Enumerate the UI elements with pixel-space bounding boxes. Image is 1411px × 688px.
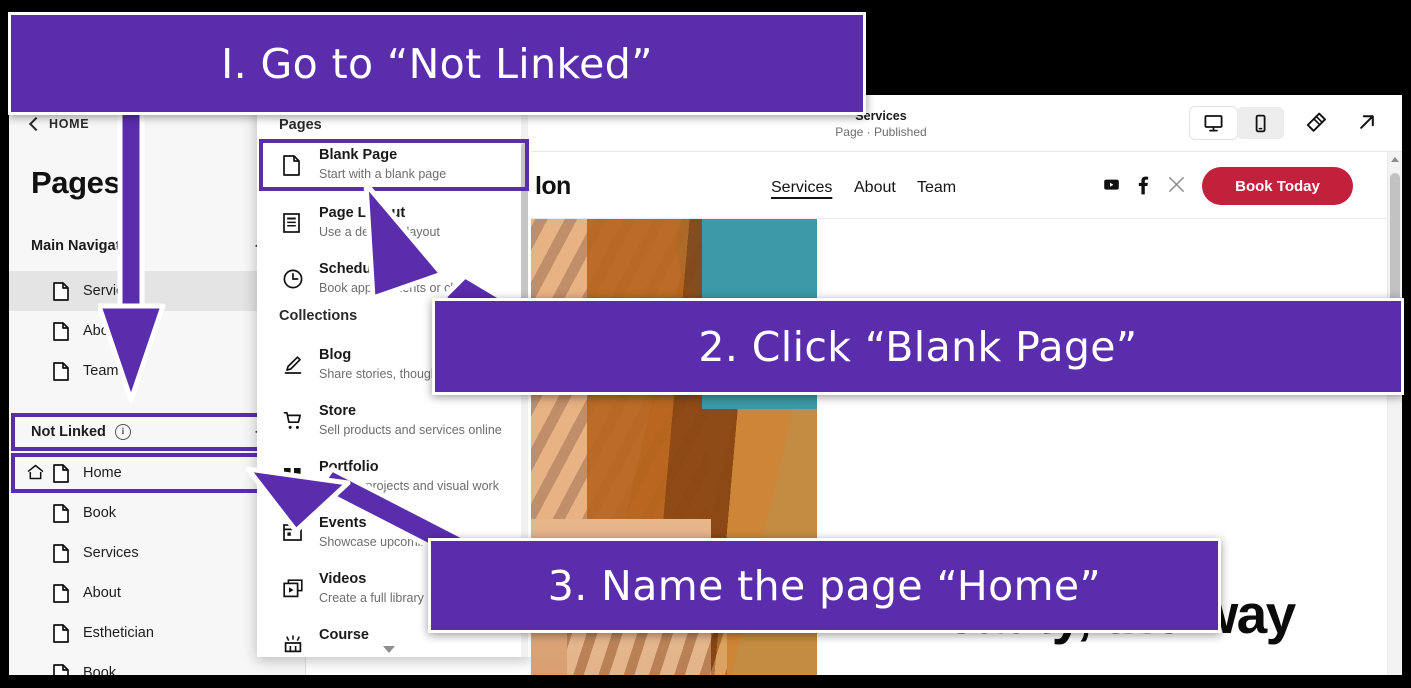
cart-icon <box>283 411 303 436</box>
blog-icon <box>283 355 303 380</box>
menu-item-store[interactable]: Store Sell products and services online <box>257 397 532 449</box>
portfolio-icon <box>283 467 302 491</box>
page-icon <box>53 543 69 563</box>
menu-item-subtitle: Sell products and services online <box>319 423 502 437</box>
menu-item-subtitle: Present projects and visual work <box>319 479 499 493</box>
videos-icon <box>283 579 303 603</box>
events-icon <box>283 523 302 547</box>
callout-step-1-text: I. Go to “Not Linked” <box>221 39 653 88</box>
course-icon <box>283 635 303 657</box>
desktop-icon <box>1204 114 1223 131</box>
highlight-not-linked <box>11 413 265 451</box>
highlight-home-row <box>11 453 265 493</box>
page-icon <box>53 321 69 341</box>
back-to-home-button[interactable]: HOME <box>28 116 90 131</box>
screenshot-root: HOME Pages Main Navigation + Services Ab… <box>0 0 1411 688</box>
page-layout-icon <box>283 213 300 238</box>
sidebar-item-label: Book <box>83 505 117 521</box>
page-icon <box>53 663 69 675</box>
menu-item-title: Scheduling <box>319 261 398 277</box>
preview-page-status: Page · Published <box>835 125 927 139</box>
menu-group-collections: Collections <box>279 308 358 324</box>
menu-item-title: Store <box>319 403 357 419</box>
desktop-view-button[interactable] <box>1190 107 1237 139</box>
menu-item-portfolio[interactable]: Portfolio Present projects and visual wo… <box>257 453 532 505</box>
site-nav-team[interactable]: Team <box>917 179 956 197</box>
sidebar-item-label: Book <box>83 665 117 675</box>
page-icon <box>53 503 69 523</box>
section-label: Main Navigation <box>31 238 143 254</box>
callout-step-2-text: 2. Click “Blank Page” <box>698 322 1138 371</box>
menu-item-title: Course <box>319 627 369 643</box>
open-external-icon[interactable] <box>1356 111 1378 138</box>
menu-item-title: Videos <box>319 571 367 587</box>
menu-item-title: Events <box>319 515 367 531</box>
site-nav-about[interactable]: About <box>854 179 896 197</box>
back-to-home-label: HOME <box>49 117 90 131</box>
sidebar-item-label: Services <box>83 283 139 299</box>
menu-item-title: Page Layout <box>319 205 406 221</box>
mobile-view-button[interactable] <box>1237 107 1284 139</box>
sidebar-item-label: Team <box>83 363 119 379</box>
device-view-toggle[interactable] <box>1190 107 1284 139</box>
menu-item-title: Portfolio <box>319 459 379 475</box>
menu-item-subtitle: Book appointments or classes <box>319 281 486 295</box>
site-navigation-bar: lon Services About Team Book Today <box>531 152 1388 219</box>
menu-item-title: Blog <box>319 347 352 363</box>
menu-group-pages: Pages <box>279 117 322 133</box>
sidebar-item-label: Services <box>83 545 139 561</box>
menu-item-subtitle: Use a designer layout <box>319 225 440 239</box>
preview-scrollbar-thumb[interactable] <box>1390 173 1400 311</box>
page-icon <box>53 623 69 643</box>
sidebar-item-label: Esthetician <box>83 625 154 641</box>
sidebar-item-label: About <box>83 323 121 339</box>
clock-icon <box>283 269 303 294</box>
site-nav-services[interactable]: Services <box>771 179 832 197</box>
x-icon[interactable] <box>1168 176 1185 198</box>
callout-step-3: 3. Name the page “Home” <box>428 538 1221 633</box>
site-book-today-button[interactable]: Book Today <box>1202 167 1353 205</box>
menu-item-page-layout[interactable]: Page Layout Use a designer layout <box>257 199 532 251</box>
sidebar-item-label: About <box>83 585 121 601</box>
chevron-left-icon <box>28 116 44 131</box>
menu-scroll-down-caret[interactable] <box>383 646 395 653</box>
paintbrush-icon[interactable] <box>1304 111 1328 140</box>
page-icon <box>53 583 69 603</box>
page-title: Pages <box>31 165 121 200</box>
page-icon <box>53 361 69 381</box>
callout-step-1: I. Go to “Not Linked” <box>8 12 866 115</box>
youtube-icon[interactable] <box>1103 176 1120 198</box>
mobile-icon <box>1255 114 1266 132</box>
callout-step-3-text: 3. Name the page “Home” <box>547 561 1102 610</box>
page-icon <box>53 281 69 301</box>
site-logo[interactable]: lon <box>535 172 571 201</box>
facebook-icon[interactable] <box>1136 176 1150 200</box>
highlight-blank-page <box>259 139 529 191</box>
scroll-up-caret[interactable] <box>1391 157 1399 162</box>
callout-step-2: 2. Click “Blank Page” <box>432 298 1404 395</box>
